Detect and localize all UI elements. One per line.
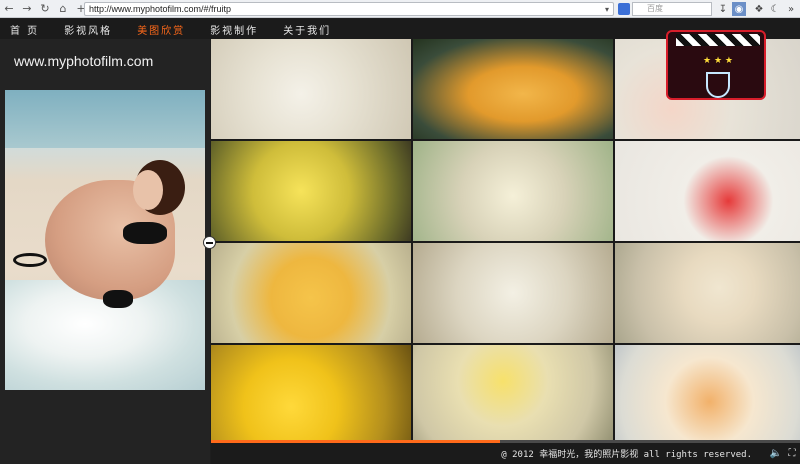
gallery-tile[interactable]: [615, 243, 800, 343]
nav-item-gallery[interactable]: 美图欣赏: [137, 22, 185, 37]
gallery-tile[interactable]: [211, 243, 411, 343]
download-icon[interactable]: ↧: [716, 2, 730, 16]
fullscreen-icon[interactable]: ⛶: [786, 447, 798, 459]
chevron-down-icon[interactable]: ▾: [600, 2, 614, 16]
nav-item-styles[interactable]: 影视风格: [64, 22, 112, 37]
forward-icon[interactable]: →: [18, 0, 36, 18]
search-engine-icon[interactable]: [618, 3, 630, 15]
clapperboard-icon: [676, 34, 760, 46]
home-icon[interactable]: ⌂: [54, 0, 72, 18]
moon-icon[interactable]: ☾: [768, 2, 782, 16]
gallery-tile[interactable]: [413, 141, 613, 241]
left-panel: www.myphotofilm.com: [0, 39, 210, 464]
copyright-text: @ 2012 幸福时光，我的照片影视 all rights reserved.: [501, 450, 752, 460]
footer: @ 2012 幸福时光，我的照片影视 all rights reserved.: [211, 443, 800, 464]
menu-icon[interactable]: »: [784, 2, 798, 16]
gallery-tile[interactable]: [211, 39, 411, 139]
nav-item-about[interactable]: 关于我们: [283, 22, 331, 37]
collapse-panel-button[interactable]: [203, 236, 216, 249]
cocktail-glass-icon: [706, 72, 730, 98]
address-bar[interactable]: http://www.myphotofilm.com/#/fruitp: [84, 2, 614, 16]
logo-lettering: ★ ★ ★: [703, 56, 733, 66]
nav-item-home[interactable]: 首 页: [10, 22, 39, 37]
site-url-heading: www.myphotofilm.com: [14, 53, 154, 69]
volume-icon[interactable]: 🔈: [770, 447, 782, 459]
camera-icon[interactable]: ◉: [732, 2, 746, 16]
reload-icon[interactable]: ↻: [36, 0, 54, 18]
gallery-tile[interactable]: [413, 345, 613, 448]
gallery-tile[interactable]: [211, 345, 411, 448]
gallery-tile[interactable]: [615, 345, 800, 448]
gallery-tile[interactable]: [211, 141, 411, 241]
back-icon[interactable]: ←: [0, 0, 18, 18]
featured-photo[interactable]: [5, 90, 205, 390]
extension-icon[interactable]: ❖: [752, 2, 766, 16]
gallery-tile[interactable]: [413, 39, 613, 139]
nav-item-production[interactable]: 影视制作: [210, 22, 258, 37]
gallery-tile[interactable]: [615, 141, 800, 241]
search-input[interactable]: 百度: [632, 2, 712, 16]
site-logo: ★ ★ ★: [666, 30, 766, 100]
gallery-tile[interactable]: [413, 243, 613, 343]
